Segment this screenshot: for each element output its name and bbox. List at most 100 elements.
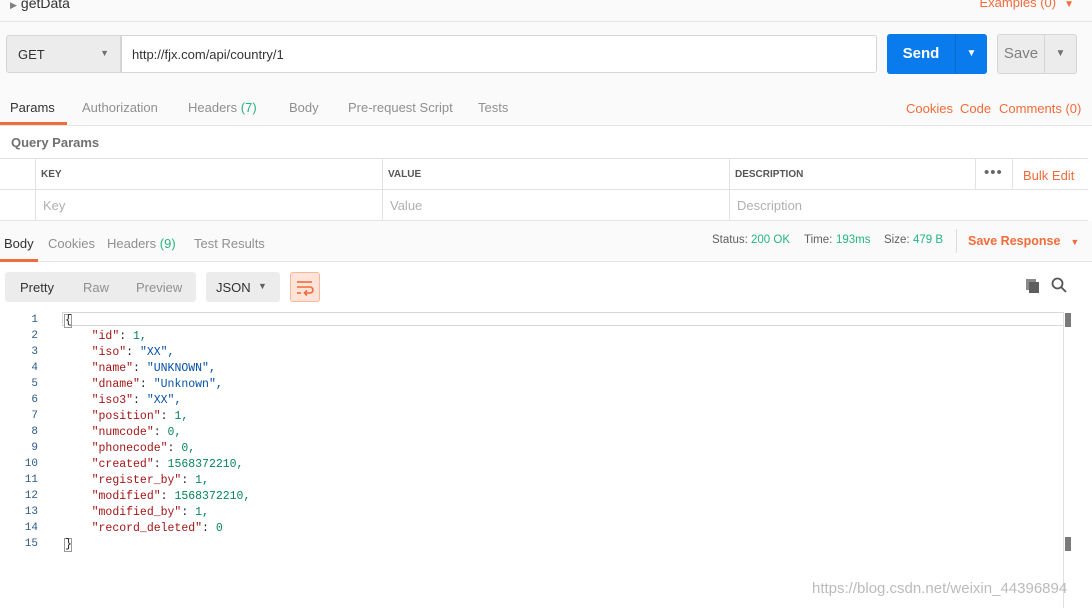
column-divider [35,159,36,221]
wrap-lines-button[interactable] [290,272,320,302]
response-tab-headers-label: Headers [107,236,157,251]
bulk-edit-link[interactable]: Bulk Edit [1023,168,1074,183]
save-button[interactable]: Save [997,34,1045,74]
view-mode-group: Pretty Raw Preview [5,272,196,302]
json-value: "UNKNOWN", [146,362,216,375]
preview-button[interactable]: Preview [136,280,182,295]
send-button[interactable]: Send [887,34,955,74]
url-input[interactable] [121,35,877,73]
line-number: 6 [31,394,38,406]
chevron-down-icon: ▼ [966,48,977,59]
save-response-label: Save Response [968,234,1061,248]
response-tabs: Body Cookies Headers (9) Test Results St… [0,221,1092,262]
size-value[interactable]: 479 B [913,234,943,246]
vertical-scrollbar[interactable] [1063,312,1076,608]
method-label: GET [18,47,45,62]
response-body-editor[interactable]: 1 2 3 4 5 6 7 8 9 10 11 12 13 14 15 { "id": 1, "iso": … [0,312,1092,608]
tab-tests[interactable]: Tests [478,100,508,115]
json-value: 1, [195,474,209,487]
code-line: { [64,314,72,328]
tab-authorization[interactable]: Authorization [82,100,158,115]
tab-prerequest-script[interactable]: Pre-request Script [348,100,453,115]
divider [956,229,957,253]
save-response-button[interactable]: Save Response ▼ [968,234,1079,248]
line-number: 4 [31,362,38,374]
headers-count: (7) [240,100,257,115]
value-input[interactable]: Value [390,198,422,213]
response-tab-test-results[interactable]: Test Results [194,236,265,251]
code-line: "register_by": 1, [91,474,209,487]
line-number: 3 [31,346,38,358]
code-line: "created": 1568372210, [91,458,244,471]
json-key: "created" [91,458,154,471]
scrollbar-thumb[interactable] [1065,313,1071,327]
copy-icon[interactable] [1024,277,1042,295]
examples-label: Examples (0) [979,0,1057,10]
active-tab-indicator [0,259,38,262]
comments-link[interactable]: Comments (0) [999,101,1081,116]
more-icon[interactable]: ••• [984,164,1003,181]
json-value: 1, [174,410,189,423]
chevron-down-icon: ▼ [1064,0,1074,10]
code-line: "modified": 1568372210, [91,490,251,503]
json-key: "position" [91,410,161,423]
code-line: "phonecode": 0, [91,442,196,455]
code-line: "modified_by": 1, [91,506,209,519]
line-number: 13 [24,506,38,518]
code-line: "iso": "XX", [91,346,175,359]
line-number: 9 [31,442,38,454]
code-line: "numcode": 0, [91,426,182,439]
json-value: 1568372210, [167,458,244,471]
pretty-button[interactable]: Pretty [20,280,54,295]
value-column-header: VALUE [388,169,422,180]
code-link[interactable]: Code [960,101,991,116]
send-options-button[interactable]: ▼ [955,34,987,74]
json-key: "record_deleted" [91,522,203,535]
brace: { [64,314,72,328]
size-label: Size: [884,234,910,246]
scrollbar-thumb[interactable] [1065,537,1071,551]
json-key: "phonecode" [91,442,168,455]
active-tab-indicator [0,122,67,125]
raw-button[interactable]: Raw [83,280,109,295]
request-name[interactable]: ▶ getData [10,0,70,11]
query-params-title: Query Params [11,135,100,150]
save-options-button[interactable]: ▼ [1045,34,1077,74]
time-label: Time: [804,234,833,246]
tab-body[interactable]: Body [289,100,319,115]
json-value: 1, [195,506,209,519]
method-select[interactable]: GET ▼ [6,35,121,73]
line-number: 2 [31,330,38,342]
time-value[interactable]: 193ms [836,234,871,246]
response-headers-count: (9) [159,236,176,251]
key-input[interactable]: Key [43,198,65,213]
examples-dropdown[interactable]: Examples (0) ▼ [980,0,1074,10]
chevron-down-icon: ▼ [1055,48,1066,59]
cookies-link[interactable]: Cookies [906,101,953,116]
line-number: 15 [24,538,38,550]
key-column-header: KEY [41,169,62,180]
chevron-down-icon: ▼ [258,281,267,291]
brace: } [64,538,72,552]
code-line: "dname": "Unknown", [91,378,223,391]
search-icon[interactable] [1050,276,1068,294]
status-value[interactable]: 200 OK [751,234,790,246]
json-key: "id" [91,330,120,343]
response-tab-cookies[interactable]: Cookies [48,236,95,251]
format-select[interactable]: JSON ▼ [206,272,280,302]
json-key: "iso" [91,346,127,359]
response-tab-body[interactable]: Body [4,236,34,251]
tab-params[interactable]: Params [10,100,55,115]
response-tab-headers[interactable]: Headers (9) [107,236,176,251]
json-key: "numcode" [91,426,154,439]
description-input[interactable]: Description [737,198,802,213]
line-number: 5 [31,378,38,390]
tab-headers[interactable]: Headers (7) [188,100,257,115]
column-divider [382,159,383,221]
json-key: "iso3" [91,394,134,407]
json-value: 1568372210, [174,490,251,503]
column-divider [729,159,730,221]
wrap-lines-icon [297,281,314,297]
json-key: "dname" [91,378,140,391]
code-line: "position": 1, [91,410,189,423]
